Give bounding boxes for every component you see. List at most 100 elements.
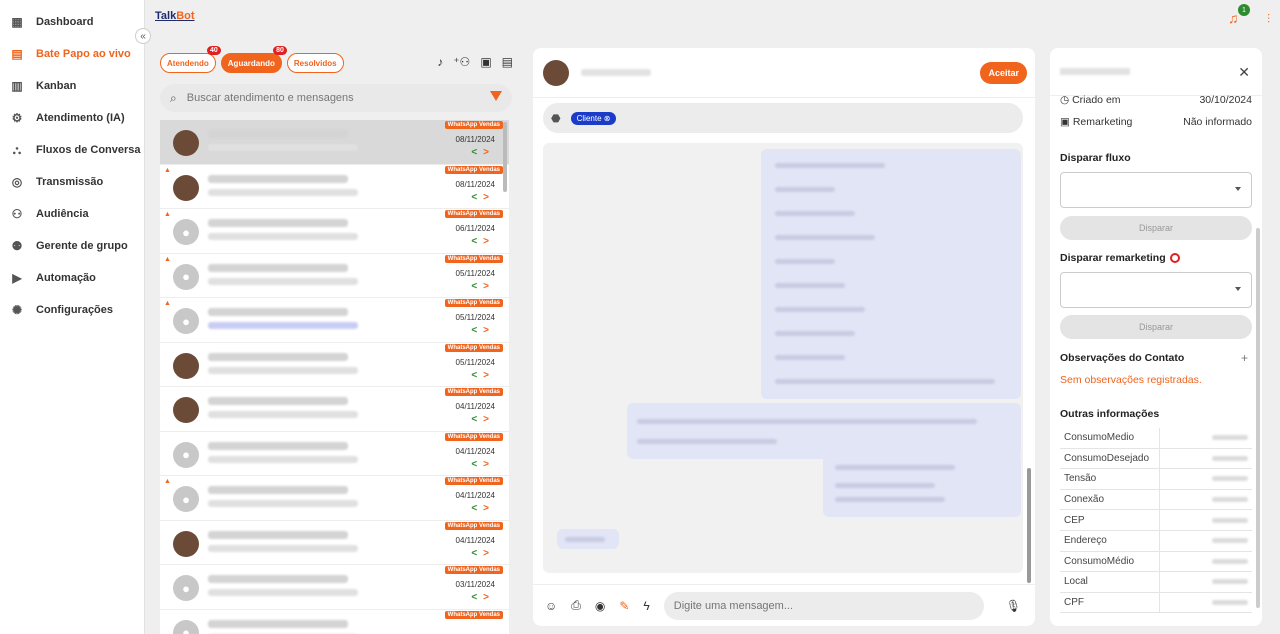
list-item[interactable]: ▲ WhatsApp Vendas 08/11/2024 <> [160,165,509,209]
list-item[interactable]: WhatsApp Vendas 08/11/2024 <> [160,120,509,165]
chevron-right-icon[interactable]: > [483,236,495,247]
chevron-left-icon[interactable]: < [471,147,483,158]
flow-select[interactable] [1060,172,1252,208]
chevron-left-icon[interactable]: < [471,592,483,603]
music-note-icon[interactable]: ♪ [437,55,443,69]
sidebar-item-broadcast[interactable]: ◎ Transmissão [0,166,144,198]
lightning-icon[interactable]: ϟ [643,599,649,613]
navigation-arrows[interactable]: <> [471,281,495,292]
navigation-arrows[interactable]: <> [471,592,495,603]
calendar-icon[interactable]: ▣ [480,55,491,69]
collapse-sidebar-button[interactable]: « [135,28,151,44]
chevron-left-icon[interactable]: < [471,503,483,514]
chevron-left-icon[interactable]: < [471,459,483,470]
sidebar-item-group-manager[interactable]: ⚉ Gerente de grupo [0,230,144,262]
avatar[interactable] [543,60,569,86]
chevron-left-icon[interactable]: < [471,325,483,336]
remarketing-select[interactable] [1060,272,1252,308]
fire-remarketing-button[interactable]: Disparar [1060,315,1252,339]
sidebar-item-dashboard[interactable]: ▦ Dashboard [0,6,144,38]
tab-resolvidos[interactable]: Resolvidos [286,53,344,73]
chevron-right-icon[interactable]: > [483,370,495,381]
chevron-right-icon[interactable]: > [483,192,495,203]
stop-icon[interactable]: ◉ [595,599,605,613]
list-item[interactable]: ▲ ● WhatsApp Vendas 04/11/2024 <> [160,476,509,521]
list-item[interactable]: ▲ ● WhatsApp Vendas 05/11/2024 <> [160,298,509,343]
signature-icon[interactable]: ✎ [619,599,629,613]
sidebar-item-audience[interactable]: ⚇ Audiência [0,198,144,230]
chevron-left-icon[interactable]: < [471,414,483,425]
navigation-arrows[interactable]: <> [471,503,495,514]
search-bar[interactable]: ⌕ Buscar atendimento e mensagens [160,84,512,112]
chevron-right-icon[interactable]: > [483,592,495,603]
message-preview [208,544,358,552]
chevron-right-icon[interactable]: > [483,459,495,470]
navigation-arrows[interactable]: <> [471,414,495,425]
list-item[interactable]: ● WhatsApp Vendas 03/11/2024 <> [160,565,509,610]
chevron-left-icon[interactable]: < [471,548,483,559]
sidebar-item-live-chat[interactable]: ▤ Bate Papo ao vivo [0,38,144,70]
pin-icon: ▲ [164,211,171,218]
navigation-arrows[interactable]: <> [471,548,495,559]
tag-chip[interactable]: Cliente ⊗ [570,111,617,125]
sliders-icon[interactable]: ⫶ [1267,12,1270,27]
close-icon[interactable]: ✕ [1238,64,1250,81]
navigation-arrows[interactable]: <> [471,325,495,336]
message-bubble [627,403,1021,459]
scrollbar[interactable] [503,122,507,192]
chevron-left-icon[interactable]: < [471,281,483,292]
tab-aguardando[interactable]: Aguardando 80 [220,46,287,73]
field-label: Local [1060,572,1160,592]
add-contact-icon[interactable]: ⁺⚇ [453,55,470,69]
contact-name [208,174,348,183]
navigation-arrows[interactable]: <> [471,370,495,381]
list-item[interactable]: WhatsApp Vendas 05/11/2024 <> [160,343,509,387]
add-note-icon[interactable]: + [1241,351,1248,365]
table-row: ConsumoDesejado [1060,448,1252,470]
chevron-right-icon[interactable]: > [483,548,495,559]
list-item[interactable]: WhatsApp Vendas 04/11/2024 <> [160,387,509,432]
sidebar-item-flows[interactable]: ⛬ Fluxos de Conversa [0,134,144,166]
chevron-left-icon[interactable]: < [471,370,483,381]
chevron-right-icon[interactable]: > [483,503,495,514]
contact-name [208,352,348,361]
search-input[interactable]: Buscar atendimento e mensagens [187,92,354,104]
list-item[interactable]: ●WhatsApp Vendas<> [160,610,509,634]
sidebar-item-kanban[interactable]: ▥ Kanban [0,70,144,102]
contact-name [208,263,348,272]
accept-button[interactable]: Aceitar [980,62,1027,84]
filter-icon[interactable] [490,91,502,101]
message-input[interactable] [663,591,984,620]
chevron-right-icon[interactable]: > [483,414,495,425]
attach-icon[interactable]: ⎙ [571,598,581,613]
list-item[interactable]: WhatsApp Vendas 04/11/2024 <> [160,521,509,565]
emoji-icon[interactable]: ☺ [545,599,557,613]
chevron-right-icon[interactable]: > [483,281,495,292]
channel-badge: WhatsApp Vendas [444,299,503,307]
list-item[interactable]: ▲ ● WhatsApp Vendas 05/11/2024 <> [160,254,509,298]
tag-icon[interactable]: ⬣ [551,112,561,125]
sidebar-item-ai[interactable]: ⚙ Atendimento (IA) [0,102,144,134]
chevron-left-icon[interactable]: < [471,236,483,247]
chevron-right-icon[interactable]: > [483,147,495,158]
list-item[interactable]: ● WhatsApp Vendas 04/11/2024 <> [160,432,509,476]
fire-flow-button[interactable]: Disparar [1060,216,1252,240]
scrollbar[interactable] [1256,228,1260,608]
sidebar-item-automation[interactable]: ▶ Automação [0,262,144,294]
list-item[interactable]: ▲ ● WhatsApp Vendas 06/11/2024 <> [160,209,509,254]
navigation-arrows[interactable]: <> [471,192,495,203]
navigation-arrows[interactable]: <> [471,459,495,470]
navigation-arrows[interactable]: <> [471,147,495,158]
tab-atendendo[interactable]: Atendendo 40 [160,46,221,73]
brand-logo[interactable]: TalkBot [155,10,195,22]
chevron-right-icon[interactable]: > [483,325,495,336]
message-icon[interactable]: ▤ [502,55,513,69]
chevron-left-icon[interactable]: < [471,192,483,203]
navigation-arrows[interactable]: <> [471,236,495,247]
microphone-icon[interactable]: 🎙 [1006,599,1021,613]
scrollbar[interactable] [1027,468,1031,583]
clock-icon: ◷ Criado em [1060,94,1121,106]
field-value [1212,558,1248,564]
channel-badge: WhatsApp Vendas [444,432,503,441]
sidebar-item-settings[interactable]: ✺ Configurações [0,294,144,326]
